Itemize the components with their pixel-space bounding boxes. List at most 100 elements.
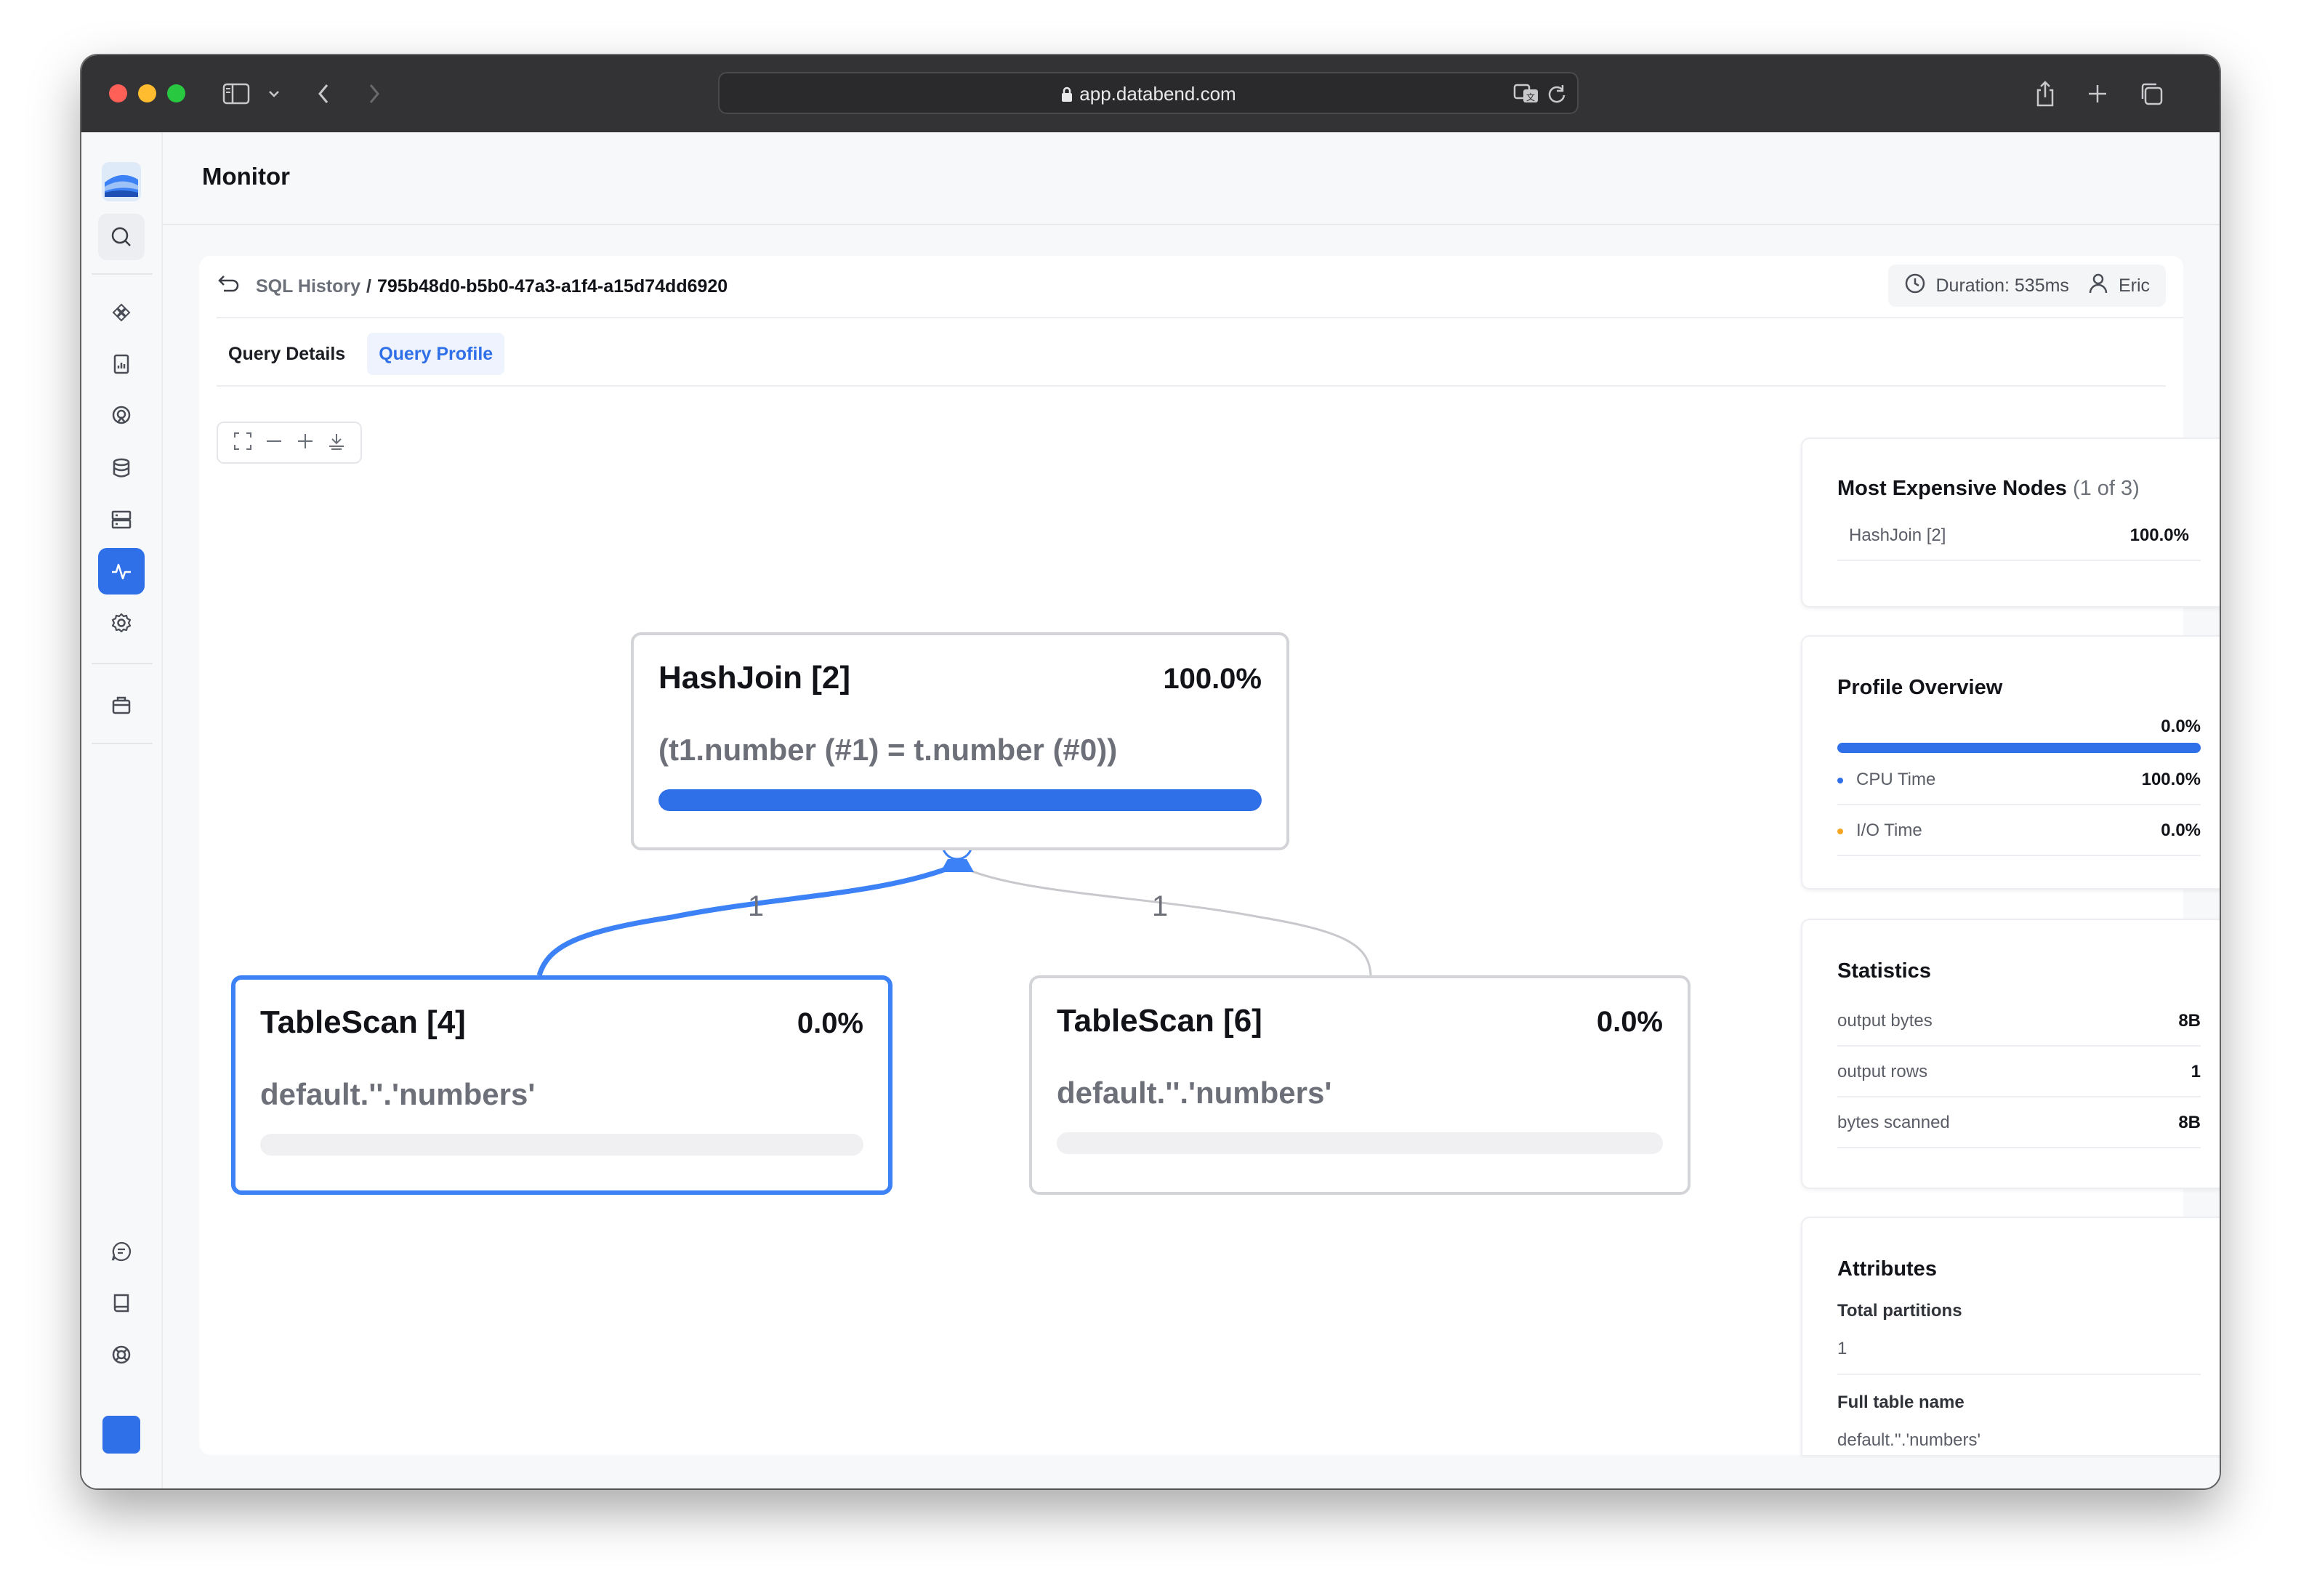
sidebar-item-data[interactable] [98, 496, 145, 543]
address-bar[interactable]: app.databend.com 文 [718, 72, 1579, 114]
chevron-down-icon[interactable] [265, 77, 283, 110]
node-percent: 0.0% [1596, 1006, 1663, 1038]
cpu-value: 100.0% [2141, 770, 2201, 789]
stat-row: output bytes 8B [1837, 997, 2201, 1047]
node-description: default.''.'numbers' [1057, 1076, 1332, 1110]
expensive-node-name: HashJoin [2] [1849, 525, 1946, 545]
translate-icon[interactable]: 文 [1513, 83, 1539, 108]
statistics-panel: Statistics output bytes 8B output rows 1… [1801, 919, 2220, 1189]
stat-value: 8B [2178, 1011, 2201, 1031]
sidebar-toggle-icon[interactable] [219, 77, 253, 110]
panel-title: Statistics [1837, 959, 1931, 983]
edge-label-4: 1 [748, 890, 764, 922]
query-meta: Duration: 535ms Eric [1887, 265, 2166, 307]
node-title: TableScan [6] [1057, 1003, 1262, 1039]
io-value: 0.0% [2161, 821, 2201, 840]
browser-window: app.databend.com 文 Monitor SQL History /… [81, 55, 2220, 1488]
query-card: SQL History / 795b48d0-b5b0-47a3-a1f4-a1… [199, 256, 2220, 1455]
node-title: TableScan [4] [260, 1004, 466, 1040]
panel-title: Attributes [1837, 1257, 1937, 1281]
user-name: Eric [2118, 275, 2150, 296]
sidebar-item-monitor[interactable] [98, 548, 145, 595]
avatar[interactable] [98, 1411, 145, 1458]
search-icon[interactable] [98, 214, 145, 260]
minimize-window-button[interactable] [138, 84, 156, 102]
panel-title: Most Expensive Nodes (1 of 3) [1837, 477, 2140, 501]
lock-icon [1060, 83, 1079, 105]
page-header: Monitor [163, 132, 2220, 225]
desktop: app.databend.com 文 Monitor SQL History /… [0, 0, 2301, 1596]
clock-icon [1904, 273, 1926, 299]
overview-row-cpu: CPU Time 100.0% [1837, 756, 2201, 805]
attribute-value: default.''.'numbers' [1837, 1430, 1981, 1450]
cpu-label: CPU Time [1856, 770, 1936, 789]
sidebar-divider [92, 743, 153, 744]
forward-icon[interactable] [363, 77, 385, 110]
attribute-label: Total partitions [1837, 1301, 1962, 1321]
sidebar [81, 132, 163, 1488]
node-percent: 0.0% [797, 1007, 863, 1039]
node-tablescan-6[interactable]: TableScan [6] 0.0% default.''.'numbers' [1029, 975, 1691, 1195]
share-icon[interactable] [2031, 77, 2060, 110]
sidebar-item-warehouses[interactable] [98, 392, 145, 439]
node-description: (t1.number (#1) = t.number (#0)) [658, 733, 1118, 767]
io-label: I/O Time [1856, 821, 1922, 840]
connector-foot [940, 859, 974, 872]
url-text: app.databend.com [1079, 83, 1236, 105]
chat-icon[interactable] [98, 1228, 145, 1275]
overview-bar-label: 0.0% [2161, 717, 2201, 736]
sidebar-item-databases[interactable] [98, 445, 145, 491]
back-icon[interactable] [313, 77, 334, 110]
user-icon [2088, 273, 2108, 299]
overview-row-io: I/O Time 0.0% [1837, 807, 2201, 856]
io-bullet [1837, 828, 1843, 834]
attribute-label: Full table name [1837, 1393, 1964, 1412]
node-percent: 100.0% [1163, 663, 1262, 695]
browser-titlebar: app.databend.com 文 [81, 55, 2220, 132]
attributes-panel: Attributes Total partitions 1 Full table… [1801, 1217, 2220, 1455]
stat-name: output rows [1837, 1062, 1928, 1081]
edge-label-6: 1 [1152, 890, 1168, 922]
url-display: app.databend.com [720, 83, 1577, 105]
cpu-bullet [1837, 777, 1843, 783]
sidebar-item-workspace[interactable] [98, 289, 145, 336]
query-profile-graph: 1 1 HashJoin [2] 100.0% (t1.number (#1) … [199, 256, 1725, 1455]
gear-icon[interactable] [98, 600, 145, 646]
app-logo[interactable] [98, 158, 145, 205]
node-tablescan-4[interactable]: TableScan [4] 0.0% default.''.'numbers' [231, 975, 892, 1195]
sidebar-item-marketplace[interactable] [98, 682, 145, 728]
node-hashjoin[interactable]: HashJoin [2] 100.0% (t1.number (#1) = t.… [631, 632, 1289, 850]
tab-overview-icon[interactable] [2137, 77, 2166, 110]
maximize-window-button[interactable] [167, 84, 185, 102]
docs-icon[interactable] [98, 1280, 145, 1326]
app-root: Monitor SQL History / 795b48d0-b5b0-47a3… [81, 132, 2220, 1488]
sidebar-divider [92, 273, 153, 275]
sidebar-divider [92, 663, 153, 664]
sidebar-item-dashboards[interactable] [98, 341, 145, 387]
node-description: default.''.'numbers' [260, 1077, 536, 1111]
panel-title-text: Most Expensive Nodes [1837, 477, 2067, 500]
new-tab-icon[interactable] [2083, 77, 2112, 110]
graph-edges: 1 1 [536, 829, 1372, 977]
close-window-button[interactable] [109, 84, 127, 102]
expensive-node-row[interactable]: HashJoin [2] 100.0% [1837, 512, 2201, 561]
expensive-node-value: 100.0% [2129, 525, 2189, 545]
attribute-value: 1 [1837, 1339, 1847, 1358]
svg-text:文: 文 [1526, 92, 1535, 102]
help-icon[interactable] [98, 1331, 145, 1378]
attribute-divider [1837, 1374, 2201, 1375]
node-title: HashJoin [2] [658, 660, 851, 696]
stat-name: bytes scanned [1837, 1113, 1950, 1132]
node-progress-track [260, 1134, 863, 1156]
stat-value: 8B [2178, 1113, 2201, 1132]
node-progress-track [1057, 1132, 1663, 1154]
reload-icon[interactable] [1547, 84, 1567, 108]
stat-value: 1 [2191, 1062, 2201, 1081]
node-count: (1 of 3) [2072, 477, 2140, 500]
page-title: Monitor [202, 163, 290, 190]
node-progress-track [658, 789, 1262, 811]
profile-overview-panel: Profile Overview 0.0% CPU Time 100.0% I/… [1801, 635, 2220, 890]
stat-name: output bytes [1837, 1011, 1933, 1031]
panel-title: Profile Overview [1837, 676, 2003, 699]
overview-bar [1837, 743, 2201, 753]
